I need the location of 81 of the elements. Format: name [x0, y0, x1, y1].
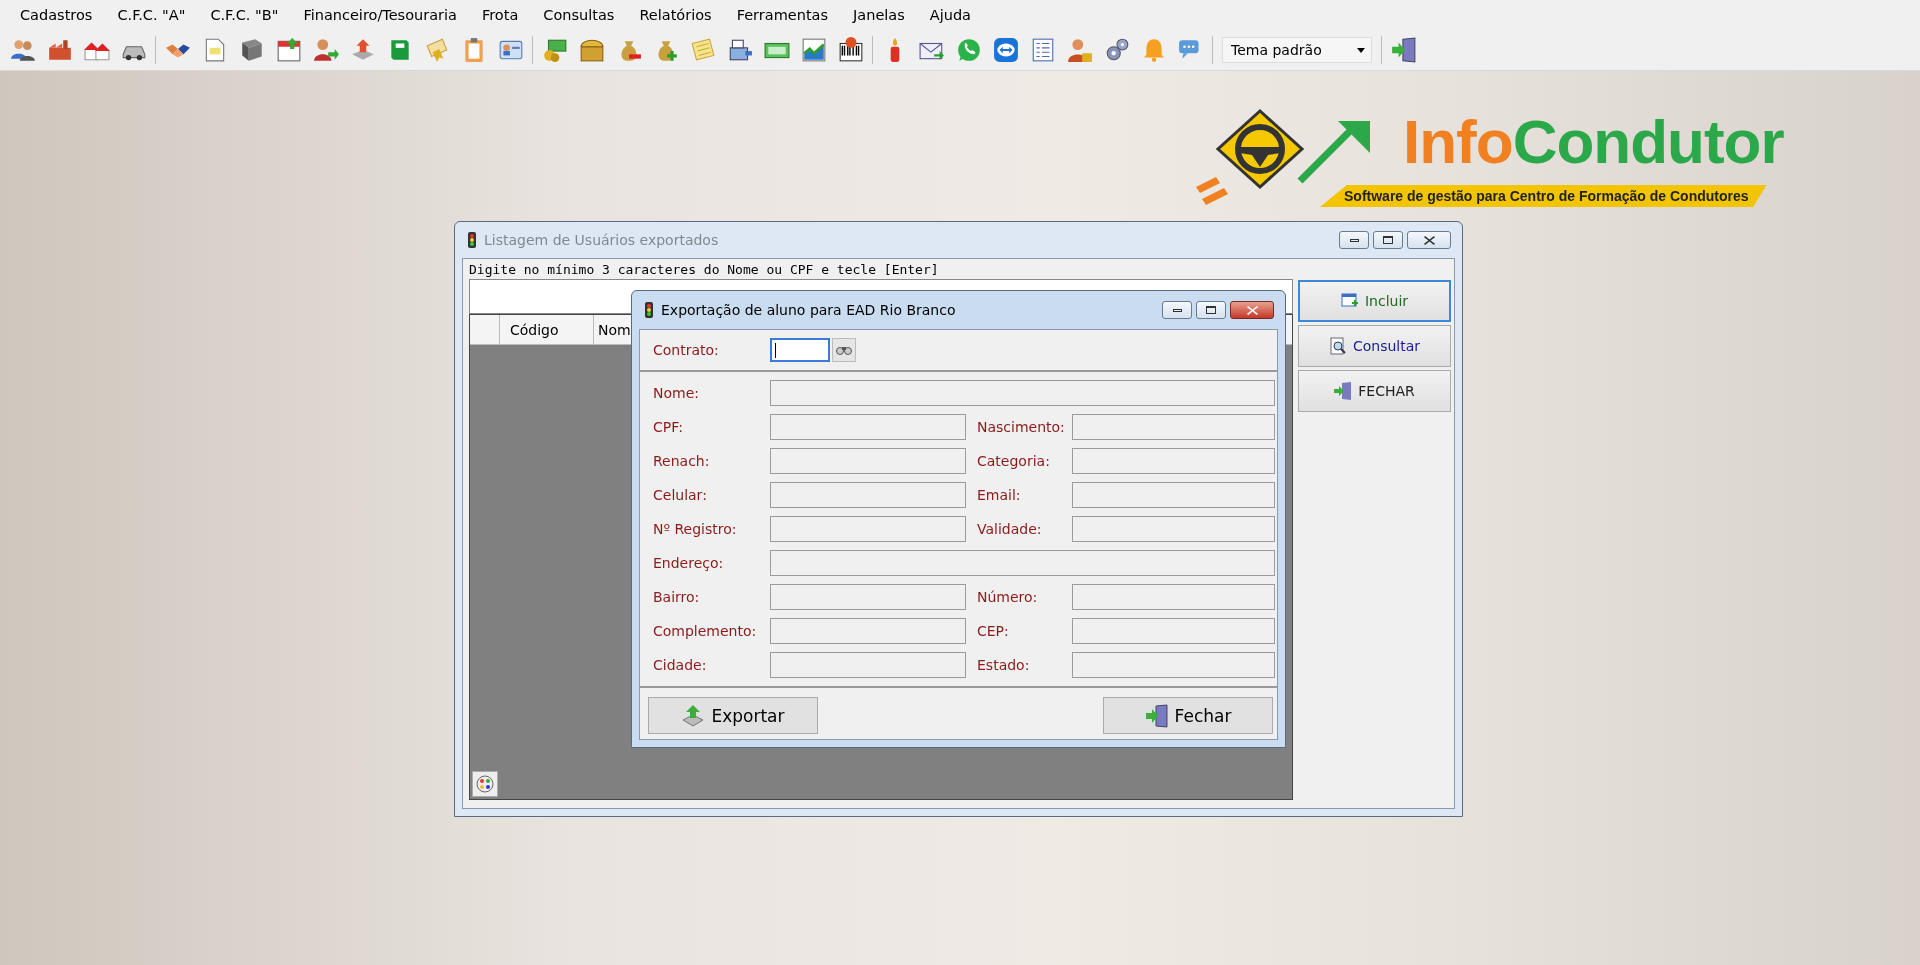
field-label: Categoria: [977, 453, 1051, 469]
field-label: CPF: [653, 419, 684, 435]
menu-item[interactable]: Cadastros [9, 7, 103, 23]
menu-item[interactable]: Frota [470, 7, 529, 23]
chest-icon[interactable] [578, 37, 605, 63]
logo-tagline: Software de gestão para Centro de Formação de Condutores [1320, 185, 1767, 207]
field-label: Celular: [653, 487, 708, 503]
field-label: Cidade: [653, 657, 708, 673]
upload-tray-icon [681, 703, 706, 728]
close-dialog-button[interactable]: Fechar [1103, 697, 1273, 734]
exit-door-icon [1334, 382, 1353, 400]
calendar-icon[interactable] [275, 37, 302, 63]
menu-item[interactable]: Ajuda [918, 7, 981, 23]
column-header[interactable]: Nom [594, 315, 630, 344]
dropdown-arrow-icon [1357, 47, 1365, 53]
search-hint: Digite no mínimo 3 caracteres do Nome ou CPF e tecle [Enter] [469, 261, 940, 279]
input-field[interactable] [770, 448, 966, 474]
input-field[interactable] [1072, 516, 1275, 542]
field-label: CEP: [977, 623, 1010, 639]
menu-item[interactable]: Financeiro/Tesouraria [292, 7, 467, 23]
logo-wordmark: InfoCondutor [1403, 111, 1784, 173]
field-label: Número: [977, 589, 1039, 605]
menu-item[interactable]: Relatórios [628, 7, 722, 23]
input-field[interactable] [770, 618, 966, 644]
field-label: Endereço: [653, 555, 725, 571]
input-field[interactable] [1072, 414, 1275, 440]
barcode-icon[interactable] [837, 37, 864, 63]
field-label: Nascimento: [977, 419, 1066, 435]
theme-dropdown[interactable]: Tema padrão [1222, 37, 1372, 63]
input-field[interactable] [1072, 448, 1275, 474]
field-label: Nº Registro: [653, 521, 738, 537]
dialog-title: Exportação de aluno para EAD Rio Branco [661, 302, 956, 318]
input-field[interactable] [1072, 584, 1275, 610]
field-label: Validade: [977, 521, 1043, 537]
export-button[interactable]: Exportar [648, 697, 818, 734]
field-label: Renach: [653, 453, 711, 469]
input-field[interactable] [1072, 482, 1275, 508]
window-title: Listagem de Usuários exportados [484, 232, 719, 248]
menu-item[interactable]: Janelas [842, 7, 915, 23]
field-label: Bairro: [653, 589, 701, 605]
close-icon [1246, 305, 1258, 315]
lookup-button[interactable] [832, 338, 856, 362]
contract-field[interactable] [770, 338, 830, 362]
chart-icon[interactable] [800, 37, 827, 63]
cash-coins-icon[interactable] [541, 37, 568, 63]
menu-item[interactable]: Ferramentas [725, 7, 839, 23]
input-field[interactable] [1072, 652, 1275, 678]
phone-bubble-icon[interactable] [955, 37, 982, 63]
input-field[interactable] [770, 550, 1275, 576]
input-field[interactable] [1072, 618, 1275, 644]
input-field[interactable] [770, 482, 966, 508]
field-label: Nome: [653, 385, 700, 401]
input-field[interactable] [770, 652, 966, 678]
close-icon [1423, 235, 1435, 245]
menu-item[interactable]: Consultas [532, 7, 625, 23]
user-arrow-icon[interactable] [312, 37, 339, 63]
menu-item[interactable]: C.F.C. "A" [106, 7, 196, 23]
maximize-button[interactable] [1196, 301, 1226, 319]
factory-icon[interactable] [46, 37, 73, 63]
window-add-icon [1340, 292, 1359, 310]
input-field[interactable] [770, 380, 1275, 406]
exit-door-icon [1144, 703, 1169, 728]
minimize-button[interactable] [1162, 301, 1192, 319]
field-label: Estado: [977, 657, 1031, 673]
refresh-button[interactable] [472, 771, 498, 797]
magnifier-document-icon [1328, 337, 1347, 355]
traffic-light-icon [645, 302, 653, 318]
binoculars-icon [836, 345, 852, 355]
field-label: Complemento: [653, 623, 758, 639]
input-field[interactable] [770, 584, 966, 610]
input-field[interactable] [770, 414, 966, 440]
field-label: Contrato: [653, 342, 720, 358]
exit-door-icon[interactable] [1390, 37, 1417, 63]
palette-icon [476, 775, 494, 793]
field-label: Email: [977, 487, 1022, 503]
input-field[interactable] [770, 516, 966, 542]
people-icon[interactable] [9, 37, 36, 63]
close-button[interactable] [1230, 301, 1274, 319]
menu-item[interactable]: C.F.C. "B" [199, 7, 289, 23]
column-header[interactable]: Código [500, 315, 594, 344]
traffic-light-icon [468, 232, 476, 248]
